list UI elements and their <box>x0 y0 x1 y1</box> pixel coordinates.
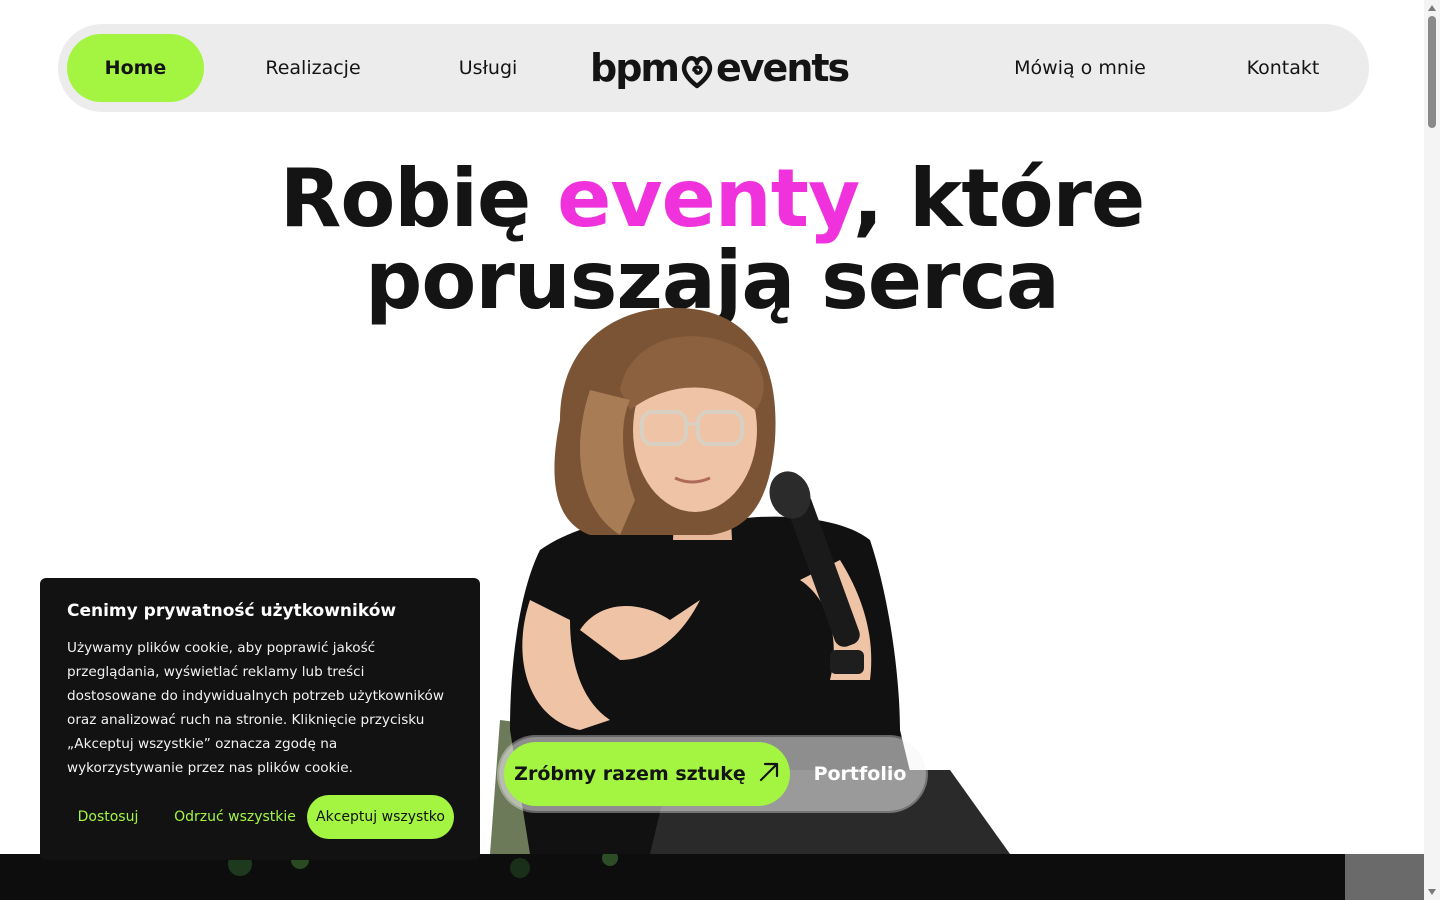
site-logo[interactable]: bpm events <box>590 38 850 98</box>
cookie-body: Używamy plików cookie, aby poprawić jako… <box>67 640 444 776</box>
cta-primary-label: Zróbmy razem sztukę <box>514 763 746 785</box>
portfolio-button[interactable]: Portfolio <box>799 742 921 806</box>
hero-line1-after: , które <box>852 152 1145 245</box>
nav-home[interactable]: Home <box>67 34 204 102</box>
cookie-banner: Cenimy prywatność użytkowników Używamy p… <box>40 578 480 860</box>
cookie-accept-button[interactable]: Akceptuj wszystko <box>307 795 454 839</box>
nav-realizacje[interactable]: Realizacje <box>238 34 388 102</box>
cta-primary-button[interactable]: Zróbmy razem sztukę <box>504 742 790 806</box>
hero-title: Robię eventy, które poruszają serca <box>0 158 1424 322</box>
hero-accent-word: eventy <box>557 152 854 245</box>
page-scrollbar[interactable] <box>1424 0 1440 900</box>
cta-group: Zróbmy razem sztukę Portfolio <box>499 737 926 811</box>
main-nav: Home Realizacje Usługi bpm events Mówią … <box>58 24 1369 112</box>
scroll-up-arrow-icon[interactable] <box>1427 3 1437 13</box>
arrow-up-right-icon <box>758 761 780 788</box>
cookie-actions: Dostosuj Odrzuć wszystkie Akceptuj wszys… <box>67 795 454 839</box>
scroll-down-arrow-icon[interactable] <box>1427 887 1437 897</box>
scrollbar-thumb[interactable] <box>1428 16 1436 128</box>
logo-text-left: bpm <box>590 46 680 90</box>
cookie-customize-button[interactable]: Dostosuj <box>67 795 149 839</box>
nav-kontakt[interactable]: Kontakt <box>1228 34 1338 102</box>
next-section-preview <box>0 854 1424 900</box>
cookie-title: Cenimy prywatność użytkowników <box>67 601 397 621</box>
logo-text-right: events <box>716 46 850 90</box>
nav-mowia-o-mnie[interactable]: Mówią o mnie <box>998 34 1162 102</box>
nav-uslugi[interactable]: Usługi <box>438 34 538 102</box>
hero-line1-before: Robię <box>279 152 558 245</box>
heart-swirl-icon <box>680 52 714 92</box>
cookie-reject-button[interactable]: Odrzuć wszystkie <box>171 795 299 839</box>
